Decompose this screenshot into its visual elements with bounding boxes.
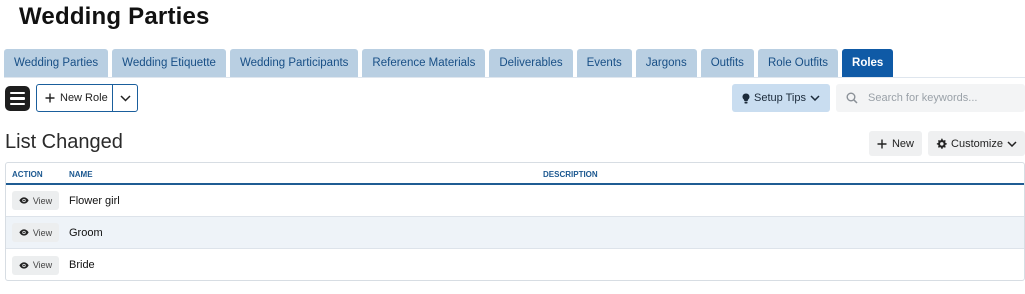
chevron-down-icon <box>810 95 820 101</box>
tab-wedding-etiquette[interactable]: Wedding Etiquette <box>112 49 226 77</box>
new-role-button[interactable]: New Role <box>37 85 112 111</box>
role-name: Flower girl <box>69 194 120 207</box>
new-button-label: New <box>891 137 914 150</box>
lightbulb-icon <box>742 93 750 103</box>
view-button[interactable]: View <box>12 223 59 242</box>
tab-deliverables[interactable]: Deliverables <box>489 49 573 77</box>
tab-role-outfits[interactable]: Role Outfits <box>757 49 839 77</box>
role-name: Bride <box>69 259 95 271</box>
view-button[interactable]: View <box>12 255 59 275</box>
role-name: Groom <box>69 226 103 239</box>
hamburger-icon-line <box>10 91 25 95</box>
view-label: View <box>32 195 53 206</box>
column-header-action[interactable]: ACTION <box>12 170 43 179</box>
setup-tips-label: Setup Tips <box>754 92 806 104</box>
table-header: ACTION NAME DESCRIPTION <box>6 163 1024 185</box>
hamburger-icon-line <box>10 102 25 106</box>
eye-icon <box>19 229 29 236</box>
new-role-split-button: New Role <box>36 84 138 112</box>
tab-wedding-participants[interactable]: Wedding Participants <box>229 49 359 77</box>
chevron-down-icon <box>1007 140 1017 147</box>
eye-icon <box>19 197 29 204</box>
column-header-description[interactable]: DESCRIPTION <box>543 170 598 179</box>
tab-bar-divider <box>4 77 1025 78</box>
list-title: List Changed <box>5 131 123 153</box>
column-header-name[interactable]: NAME <box>69 170 93 179</box>
tab-reference-materials[interactable]: Reference Materials <box>362 49 486 77</box>
view-label: View <box>32 227 53 238</box>
plus-icon <box>45 93 55 103</box>
hamburger-menu-button[interactable] <box>5 86 30 111</box>
tab-outfits[interactable]: Outfits <box>700 49 754 77</box>
new-role-dropdown-button[interactable] <box>112 85 137 111</box>
new-role-label: New Role <box>60 92 108 104</box>
view-label: View <box>32 260 53 270</box>
customize-button[interactable]: Customize <box>928 131 1025 156</box>
page-title: Wedding Parties <box>19 3 210 30</box>
search-input[interactable] <box>868 92 1008 104</box>
tab-events[interactable]: Events <box>576 49 632 77</box>
chevron-down-icon <box>119 94 131 102</box>
tab-jargons[interactable]: Jargons <box>635 49 697 77</box>
search-box <box>836 84 1025 112</box>
new-button[interactable]: New <box>869 131 922 156</box>
tab-roles[interactable]: Roles <box>842 49 894 77</box>
tab-wedding-parties[interactable]: Wedding Parties <box>4 49 109 77</box>
view-button[interactable]: View <box>12 191 59 210</box>
table-row: View Bride <box>6 249 1024 280</box>
plus-icon <box>877 139 887 148</box>
customize-label: Customize <box>951 137 1003 150</box>
gear-icon <box>936 138 947 149</box>
eye-icon <box>19 261 29 269</box>
roles-table: ACTION NAME DESCRIPTION View Flower girl… <box>5 162 1025 281</box>
setup-tips-button[interactable]: Setup Tips <box>732 84 830 112</box>
tab-bar: Wedding Parties Wedding Etiquette Weddin… <box>4 49 894 77</box>
hamburger-icon-line <box>10 97 25 100</box>
table-row: View Flower girl <box>6 185 1024 217</box>
search-icon <box>846 92 858 104</box>
table-row: View Groom <box>6 217 1024 249</box>
